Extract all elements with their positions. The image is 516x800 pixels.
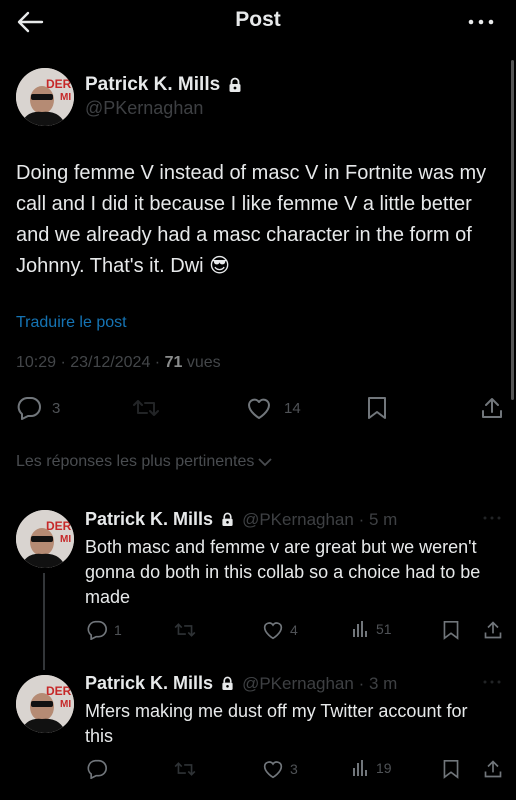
- svg-text:MI: MI: [60, 92, 71, 103]
- chevron-down-icon: [258, 458, 273, 467]
- reply-sort-dropdown[interactable]: Les réponses les plus pertinentes: [16, 453, 273, 471]
- tweet-text: Doing femme V instead of masc V in Fortn…: [16, 162, 487, 277]
- heart-icon: [263, 761, 283, 779]
- author-handle[interactable]: @PKernaghan: [85, 98, 203, 119]
- reply-author[interactable]: Patrick K. Mills @PKernaghan · 5 m: [85, 509, 397, 530]
- views-count: 51: [376, 621, 392, 637]
- page-title: Post: [235, 8, 281, 31]
- share-button[interactable]: [480, 396, 504, 420]
- heart-icon: [248, 398, 270, 419]
- svg-text:DER: DER: [46, 77, 72, 91]
- like-count: 14: [284, 399, 301, 417]
- reply-text: Mfers making me dust off my Twitter acco…: [85, 701, 468, 746]
- reply-handle: @PKernaghan · 3 m: [242, 673, 398, 693]
- more-button[interactable]: [466, 10, 496, 34]
- retweet-icon: [174, 623, 196, 637]
- thread-line: [43, 573, 45, 670]
- avatar-image: DER MI: [16, 68, 74, 126]
- reply-bookmark-button[interactable]: [442, 759, 460, 779]
- reply-more-button[interactable]: [482, 512, 502, 524]
- views-count: 71: [164, 354, 183, 371]
- reply-text: Both masc and femme v are great but we w…: [85, 537, 481, 607]
- retweet-icon: [133, 400, 159, 416]
- reply-reply-button[interactable]: 1: [86, 620, 122, 640]
- reply-like-button[interactable]: 3: [262, 759, 298, 779]
- svg-text:MI: MI: [60, 699, 71, 710]
- share-icon: [482, 398, 502, 418]
- reply-bookmark-button[interactable]: [442, 620, 460, 640]
- reply-avatar[interactable]: DER MI: [16, 675, 74, 733]
- views-count: 19: [376, 760, 392, 776]
- reply-icon: [87, 620, 107, 640]
- lock-icon: [229, 77, 241, 92]
- reply-icon: [17, 397, 41, 420]
- bookmark-button[interactable]: [366, 396, 388, 420]
- bookmark-icon: [368, 397, 386, 419]
- avatar-image: DER MI: [16, 510, 74, 568]
- share-icon: [484, 760, 502, 778]
- reply-avatar[interactable]: DER MI: [16, 510, 74, 568]
- reply-reply-button[interactable]: [86, 759, 114, 779]
- bookmark-icon: [443, 760, 459, 779]
- like-count: 3: [290, 761, 298, 777]
- avatar[interactable]: DER MI: [16, 68, 74, 126]
- reply-like-button[interactable]: 4: [262, 620, 298, 640]
- more-horizontal-icon: [468, 19, 494, 25]
- timestamp[interactable]: 10:29 · 23/12/2024 ·: [16, 354, 160, 371]
- retweet-button[interactable]: [133, 397, 159, 419]
- retweet-icon: [174, 762, 196, 776]
- svg-text:MI: MI: [60, 534, 71, 545]
- translate-link[interactable]: Traduire le post: [16, 314, 127, 332]
- lock-icon: [222, 512, 233, 526]
- avatar-image: DER MI: [16, 675, 74, 733]
- svg-text:DER: DER: [46, 684, 72, 698]
- like-button[interactable]: 14: [246, 396, 301, 420]
- heart-icon: [263, 622, 283, 640]
- reply-count: 1: [114, 622, 122, 638]
- more-horizontal-icon: [483, 680, 501, 684]
- views-label: vues: [186, 354, 221, 371]
- more-horizontal-icon: [483, 516, 501, 520]
- reply-share-button[interactable]: [483, 620, 503, 640]
- reply-icon: [87, 759, 107, 779]
- svg-text:DER: DER: [46, 519, 72, 533]
- share-icon: [484, 621, 502, 639]
- analytics-icon: [353, 621, 367, 637]
- reply-share-button[interactable]: [483, 759, 503, 779]
- reply-count: 3: [52, 399, 61, 417]
- reply-views-button[interactable]: 51: [352, 620, 392, 638]
- lock-icon: [222, 676, 233, 690]
- sort-label: Les réponses les plus pertinentes: [16, 453, 255, 470]
- scrollbar[interactable]: [511, 60, 514, 400]
- reply-retweet-button[interactable]: [174, 621, 196, 639]
- reply-retweet-button[interactable]: [174, 760, 196, 778]
- reply-more-button[interactable]: [482, 676, 502, 688]
- reply-button[interactable]: 3: [16, 396, 60, 420]
- author-name[interactable]: Patrick K. Mills: [85, 74, 242, 96]
- analytics-icon: [353, 760, 367, 776]
- tweet-meta: 10:29 · 23/12/2024 · 71 vues: [16, 354, 221, 372]
- reply-handle: @PKernaghan · 5 m: [242, 509, 398, 529]
- reply-author[interactable]: Patrick K. Mills @PKernaghan · 3 m: [85, 673, 397, 694]
- bookmark-icon: [443, 621, 459, 640]
- like-count: 4: [290, 622, 298, 638]
- reply-views-button[interactable]: 19: [352, 759, 392, 777]
